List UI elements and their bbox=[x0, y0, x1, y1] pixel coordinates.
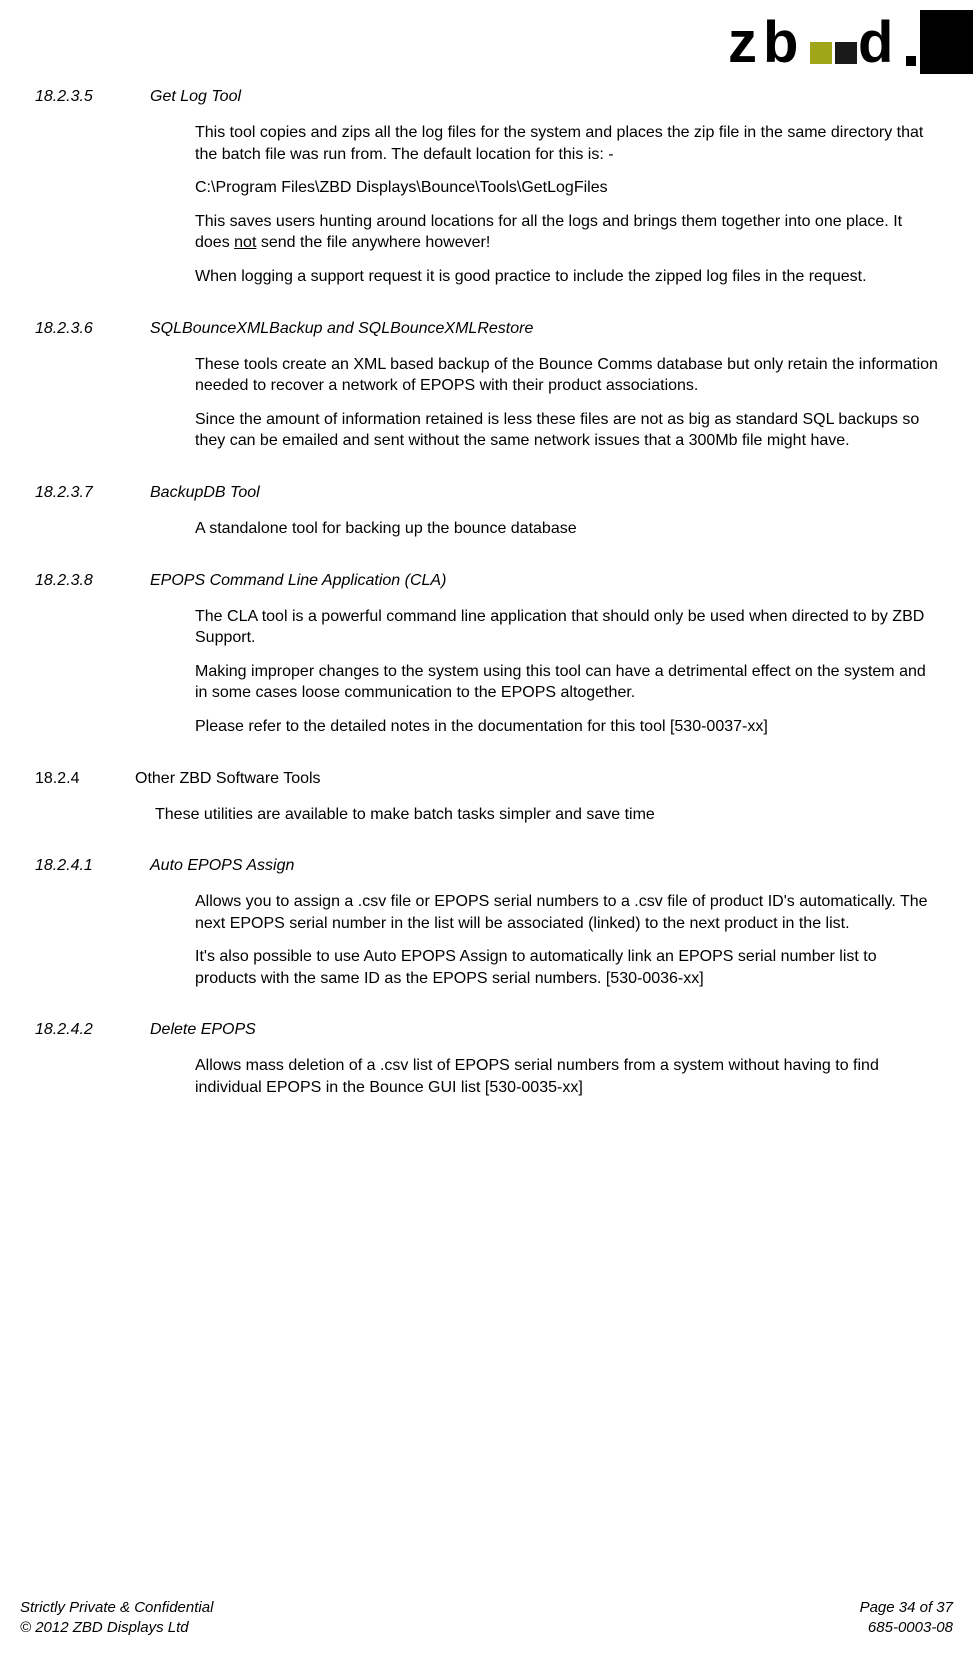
footer-left: Strictly Private & Confidential © 2012 Z… bbox=[20, 1598, 213, 1637]
heading: 18.2.3.8 EPOPS Command Line Application … bbox=[35, 572, 938, 590]
heading-title: Delete EPOPS bbox=[150, 1021, 938, 1039]
heading: 18.2.4.2 Delete EPOPS bbox=[35, 1021, 938, 1039]
svg-text:z: z bbox=[728, 10, 757, 74]
heading-number: 18.2.4 bbox=[35, 770, 135, 788]
heading: 18.2.4 Other ZBD Software Tools bbox=[35, 770, 938, 788]
footer-right: Page 34 of 37 685-0003-08 bbox=[860, 1598, 953, 1637]
paragraph: It's also possible to use Auto EPOPS Ass… bbox=[195, 946, 938, 989]
section-18-2-4-1: 18.2.4.1 Auto EPOPS Assign Allows you to… bbox=[35, 857, 938, 989]
paragraph: Making improper changes to the system us… bbox=[195, 661, 938, 704]
heading: 18.2.3.6 SQLBounceXMLBackup and SQLBounc… bbox=[35, 320, 938, 338]
paragraph: When logging a support request it is goo… bbox=[195, 266, 938, 288]
heading-title: Get Log Tool bbox=[150, 88, 938, 106]
paragraph: Since the amount of information retained… bbox=[195, 409, 938, 452]
paragraph: Allows mass deletion of a .csv list of E… bbox=[195, 1055, 938, 1098]
heading-number: 18.2.4.1 bbox=[35, 857, 150, 875]
heading-title: EPOPS Command Line Application (CLA) bbox=[150, 572, 938, 590]
paragraph: The CLA tool is a powerful command line … bbox=[195, 606, 938, 649]
paragraph: A standalone tool for backing up the bou… bbox=[195, 518, 938, 540]
heading-number: 18.2.3.8 bbox=[35, 572, 150, 590]
zbd-logo-icon: z b d bbox=[728, 10, 973, 74]
section-18-2-3-7: 18.2.3.7 BackupDB Tool A standalone tool… bbox=[35, 484, 938, 540]
confidential-label: Strictly Private & Confidential bbox=[20, 1598, 213, 1618]
paragraph: Please refer to the detailed notes in th… bbox=[195, 716, 938, 738]
underlined-text: not bbox=[234, 234, 256, 251]
logo: z b d bbox=[728, 10, 973, 74]
paragraph: This tool copies and zips all the log fi… bbox=[195, 122, 938, 165]
section-18-2-3-8: 18.2.3.8 EPOPS Command Line Application … bbox=[35, 572, 938, 738]
paragraph: These utilities are available to make ba… bbox=[155, 804, 938, 826]
svg-text:b: b bbox=[763, 10, 798, 74]
section-18-2-3-5: 18.2.3.5 Get Log Tool This tool copies a… bbox=[35, 88, 938, 288]
paragraph: This saves users hunting around location… bbox=[195, 211, 938, 254]
heading-number: 18.2.3.5 bbox=[35, 88, 150, 106]
heading: 18.2.4.1 Auto EPOPS Assign bbox=[35, 857, 938, 875]
section-18-2-3-6: 18.2.3.6 SQLBounceXMLBackup and SQLBounc… bbox=[35, 320, 938, 452]
heading-title: Auto EPOPS Assign bbox=[150, 857, 938, 875]
document-content: 18.2.3.5 Get Log Tool This tool copies a… bbox=[35, 0, 938, 1099]
text: send the file anywhere however! bbox=[256, 234, 490, 251]
heading-title: SQLBounceXMLBackup and SQLBounceXMLResto… bbox=[150, 320, 938, 338]
svg-text:d: d bbox=[858, 10, 893, 74]
heading-number: 18.2.3.7 bbox=[35, 484, 150, 502]
heading-number: 18.2.4.2 bbox=[35, 1021, 150, 1039]
page-number: Page 34 of 37 bbox=[860, 1598, 953, 1618]
paragraph: C:\Program Files\ZBD Displays\Bounce\Too… bbox=[195, 177, 938, 199]
section-18-2-4-2: 18.2.4.2 Delete EPOPS Allows mass deleti… bbox=[35, 1021, 938, 1098]
heading: 18.2.3.7 BackupDB Tool bbox=[35, 484, 938, 502]
heading-title: Other ZBD Software Tools bbox=[135, 770, 938, 788]
paragraph: These tools create an XML based backup o… bbox=[195, 354, 938, 397]
paragraph: Allows you to assign a .csv file or EPOP… bbox=[195, 891, 938, 934]
section-18-2-4: 18.2.4 Other ZBD Software Tools These ut… bbox=[35, 770, 938, 826]
heading-title: BackupDB Tool bbox=[150, 484, 938, 502]
document-number: 685-0003-08 bbox=[860, 1618, 953, 1638]
heading: 18.2.3.5 Get Log Tool bbox=[35, 88, 938, 106]
copyright-label: © 2012 ZBD Displays Ltd bbox=[20, 1618, 213, 1638]
heading-number: 18.2.3.6 bbox=[35, 320, 150, 338]
page-footer: Strictly Private & Confidential © 2012 Z… bbox=[20, 1598, 953, 1637]
